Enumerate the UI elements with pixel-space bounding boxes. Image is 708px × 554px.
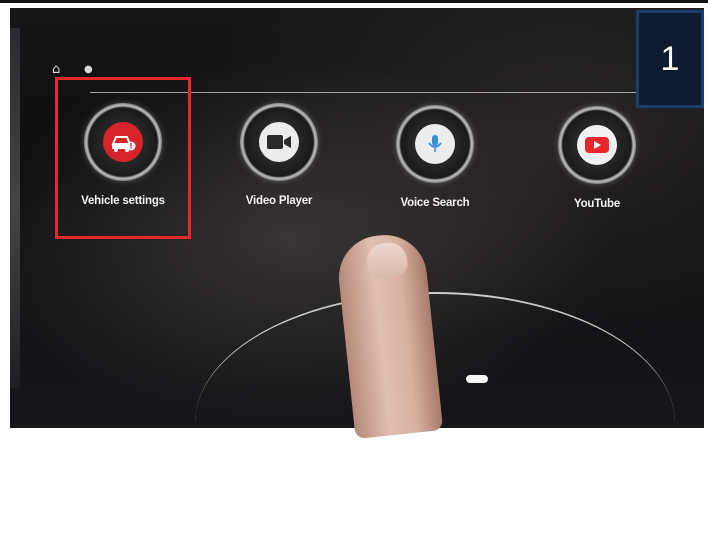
app-voice-search[interactable]: Voice Search bbox=[380, 105, 490, 209]
home-indicator[interactable] bbox=[466, 375, 488, 383]
home-outline-icon: ⌂ bbox=[52, 62, 61, 77]
microphone-icon bbox=[415, 124, 455, 164]
video-camera-icon bbox=[259, 122, 299, 162]
app-video-player[interactable]: Video Player bbox=[224, 103, 334, 207]
photo-top-border bbox=[0, 0, 708, 3]
youtube-play-icon bbox=[577, 125, 617, 165]
app-icon-ring bbox=[240, 103, 318, 181]
step-number-badge: 1 bbox=[636, 10, 704, 108]
bezel-edge bbox=[10, 28, 20, 388]
app-label: Video Player bbox=[245, 195, 313, 207]
app-label: Voice Search bbox=[400, 197, 470, 209]
step-number: 1 bbox=[660, 39, 680, 78]
app-icon-ring bbox=[396, 105, 474, 183]
vehicle-settings-highlight bbox=[55, 77, 191, 239]
app-label: YouTube bbox=[573, 198, 621, 210]
location-icon: ● bbox=[84, 64, 93, 75]
app-icon-ring bbox=[558, 106, 636, 184]
app-youtube[interactable]: YouTube bbox=[542, 106, 652, 210]
